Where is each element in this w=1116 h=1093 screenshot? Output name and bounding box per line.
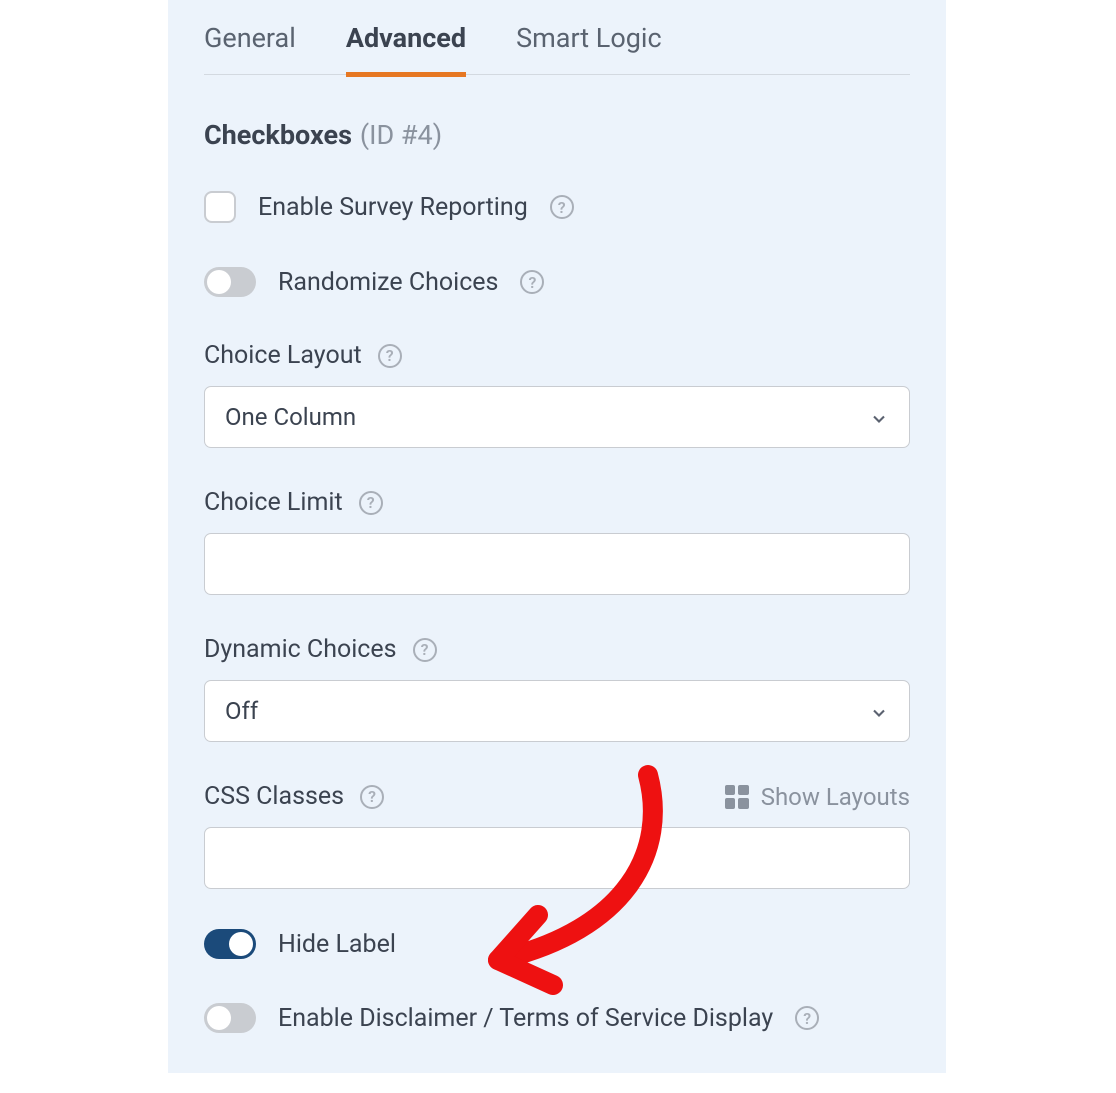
chevron-down-icon [869, 701, 889, 721]
label-enable-survey-reporting: Enable Survey Reporting [258, 193, 528, 222]
select-dynamic-choices[interactable]: Off [204, 680, 910, 742]
section-id: (ID #4) [360, 119, 442, 151]
help-icon[interactable]: ? [359, 491, 383, 515]
select-choice-layout[interactable]: One Column [204, 386, 910, 448]
label-css-classes: CSS Classes [204, 782, 344, 811]
help-icon[interactable]: ? [550, 195, 574, 219]
field-choice-limit: Choice Limit ? [204, 488, 910, 595]
field-dynamic-choices: Dynamic Choices ? Off [204, 635, 910, 742]
toggle-enable-disclaimer[interactable] [204, 1003, 256, 1033]
section-header: Checkboxes (ID #4) [204, 119, 910, 151]
help-icon[interactable]: ? [413, 638, 437, 662]
checkbox-enable-survey-reporting[interactable] [204, 191, 236, 223]
row-randomize-choices: Randomize Choices ? [204, 267, 910, 297]
help-icon[interactable]: ? [360, 785, 384, 809]
label-randomize-choices: Randomize Choices [278, 268, 498, 297]
advanced-settings-panel: General Advanced Smart Logic Checkboxes … [168, 0, 946, 1073]
label-dynamic-choices: Dynamic Choices [204, 635, 397, 664]
input-css-classes[interactable] [204, 827, 910, 889]
field-css-classes: CSS Classes ? Show Layouts [204, 782, 910, 889]
tab-smart-logic[interactable]: Smart Logic [516, 22, 662, 77]
label-choice-layout: Choice Layout [204, 341, 362, 370]
tab-bar: General Advanced Smart Logic [204, 0, 910, 75]
grid-icon [725, 785, 749, 809]
label-hide-label: Hide Label [278, 930, 396, 959]
tab-general[interactable]: General [204, 22, 296, 77]
help-icon[interactable]: ? [795, 1006, 819, 1030]
chevron-down-icon [869, 407, 889, 427]
section-title: Checkboxes [204, 119, 352, 151]
select-choice-layout-value: One Column [225, 403, 356, 431]
label-choice-limit: Choice Limit [204, 488, 343, 517]
toggle-hide-label[interactable] [204, 929, 256, 959]
help-icon[interactable]: ? [520, 270, 544, 294]
toggle-randomize-choices[interactable] [204, 267, 256, 297]
field-choice-layout: Choice Layout ? One Column [204, 341, 910, 448]
row-enable-disclaimer: Enable Disclaimer / Terms of Service Dis… [204, 1003, 910, 1033]
tab-advanced[interactable]: Advanced [346, 22, 466, 77]
input-choice-limit[interactable] [204, 533, 910, 595]
help-icon[interactable]: ? [378, 344, 402, 368]
show-layouts-label: Show Layouts [761, 783, 910, 811]
row-enable-survey-reporting: Enable Survey Reporting ? [204, 191, 910, 223]
select-dynamic-choices-value: Off [225, 697, 258, 725]
label-enable-disclaimer: Enable Disclaimer / Terms of Service Dis… [278, 1004, 773, 1033]
row-hide-label: Hide Label [204, 929, 910, 959]
show-layouts-button[interactable]: Show Layouts [725, 783, 910, 811]
